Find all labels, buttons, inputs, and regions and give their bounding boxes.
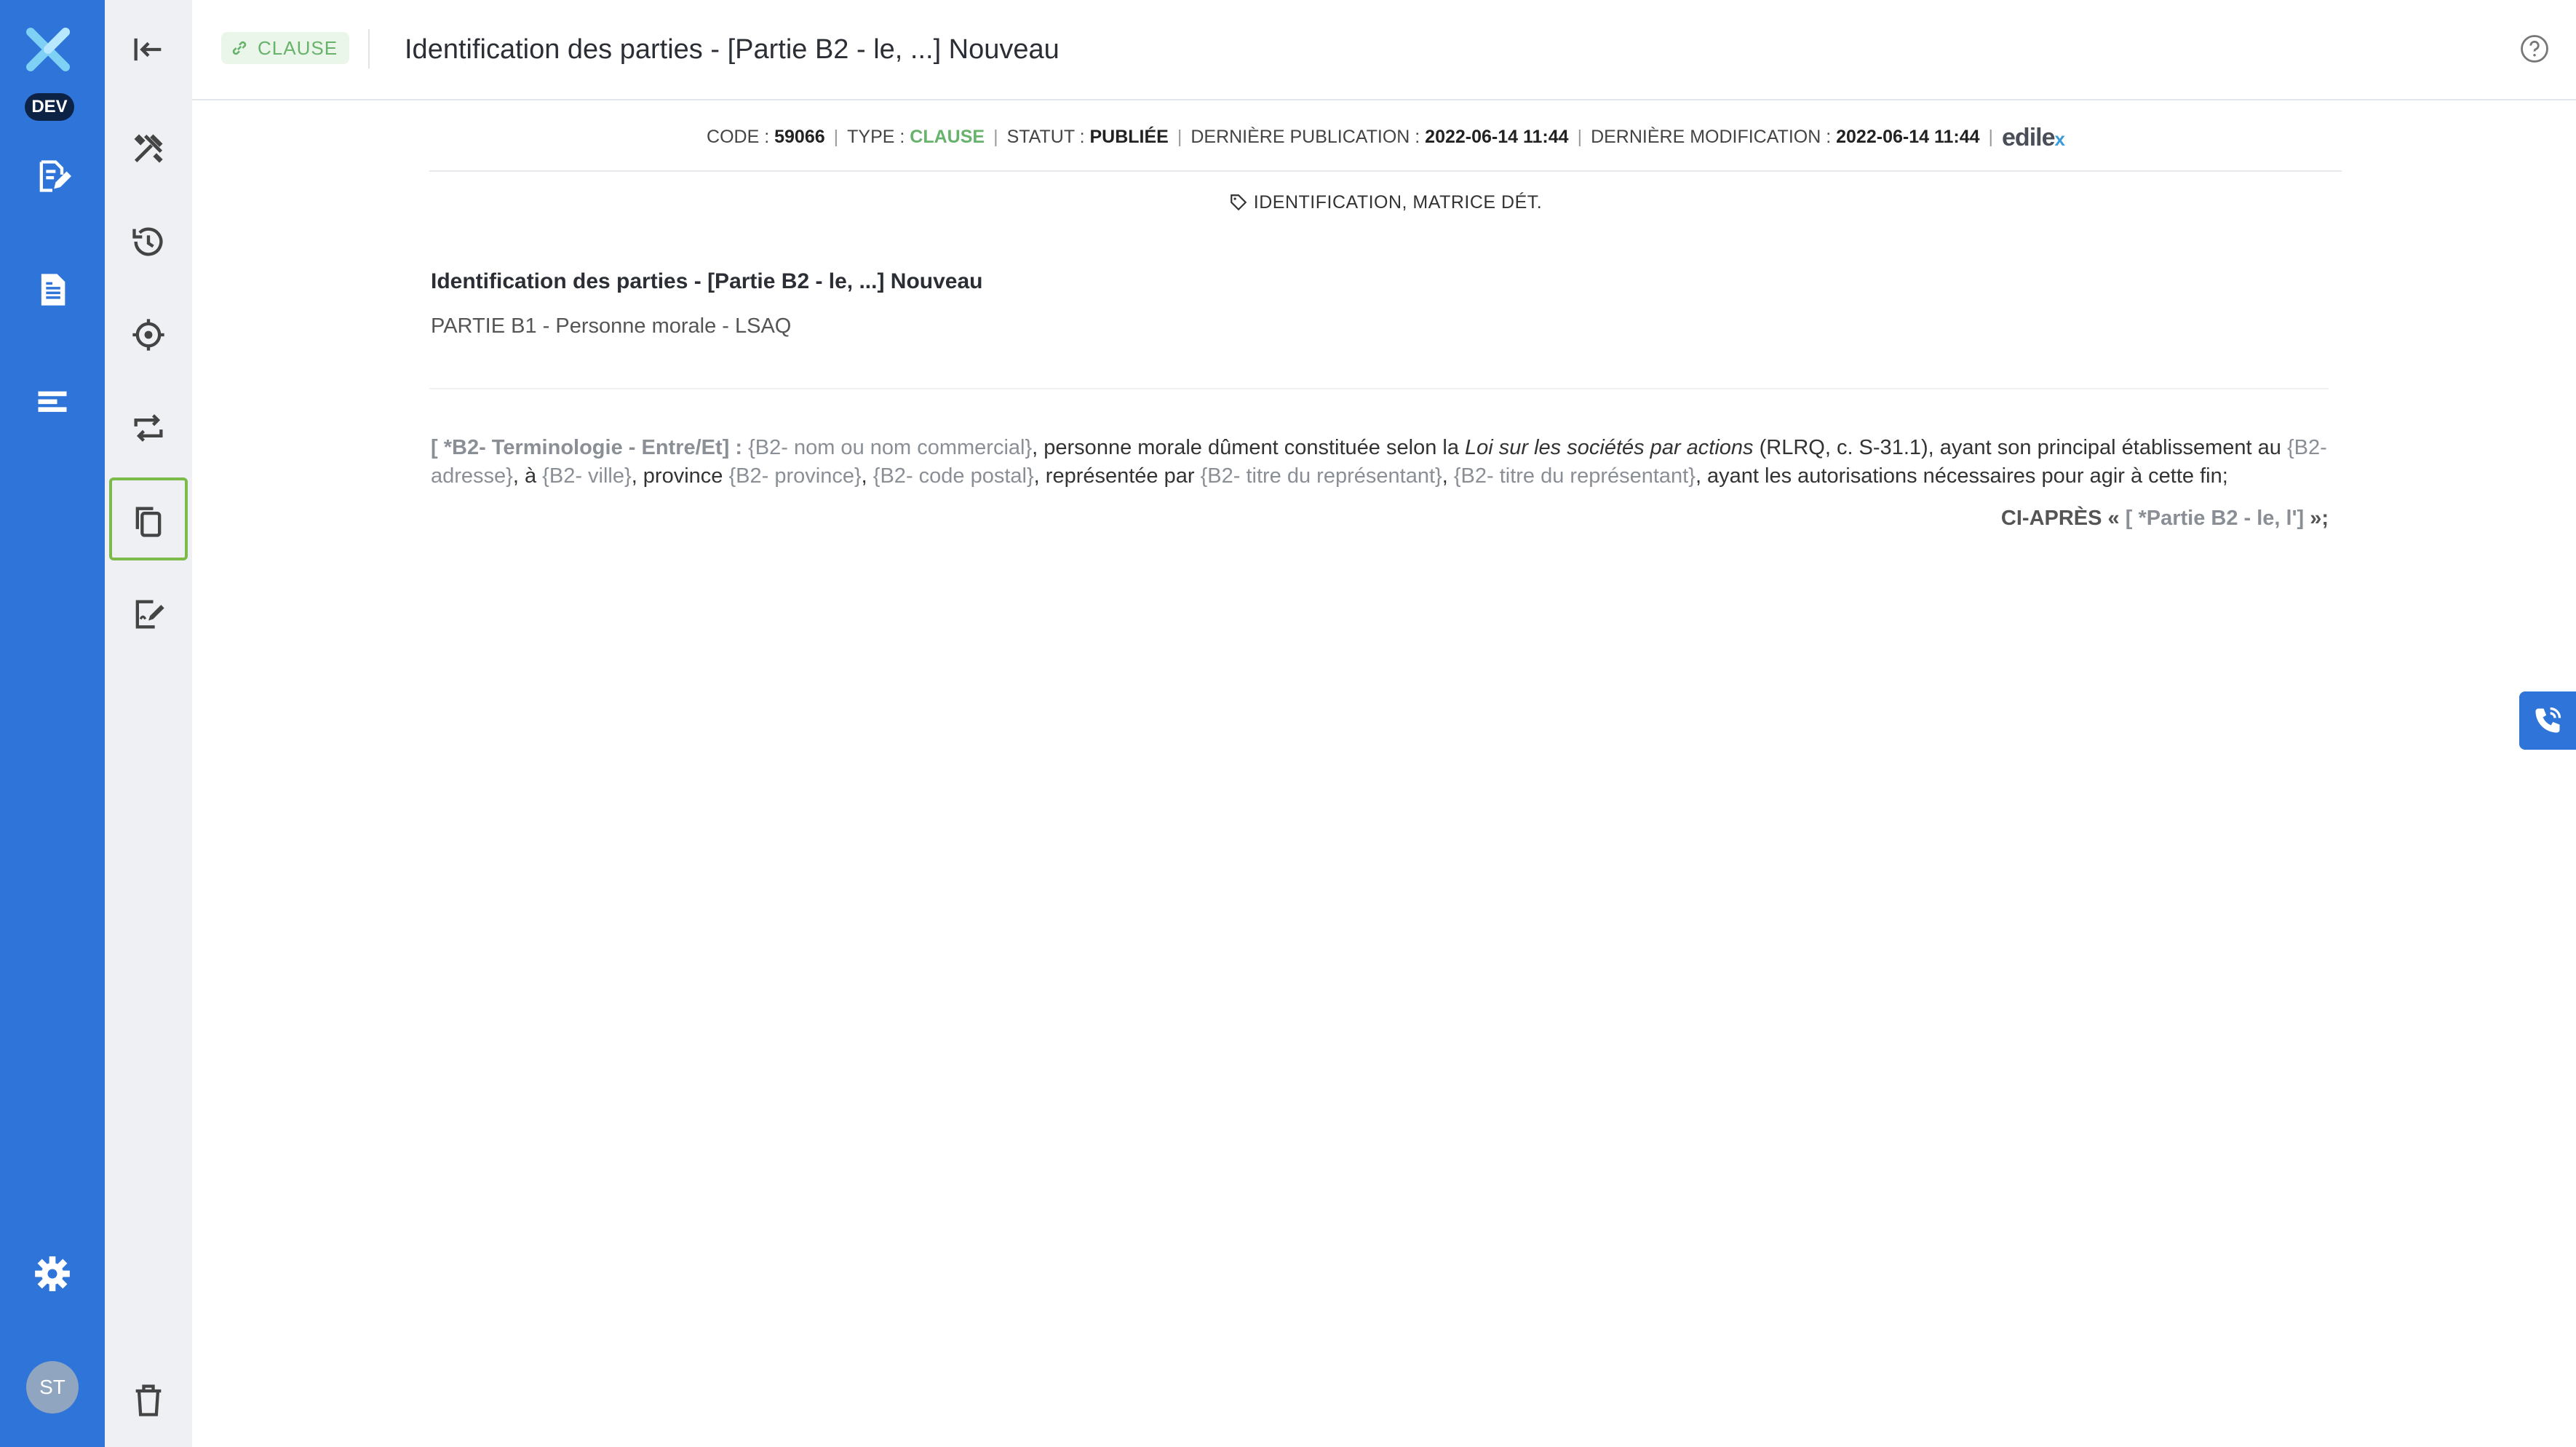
modified-value: 2022-06-14 11:44 xyxy=(1836,127,1980,147)
help-icon[interactable] xyxy=(2519,33,2550,64)
party-variable[interactable]: [ *Partie B2 - le, l'] xyxy=(2126,507,2304,530)
meta-divider xyxy=(429,170,2342,172)
page-header: CLAUSE Identification des parties - [Par… xyxy=(192,0,2576,100)
history-icon xyxy=(132,227,163,256)
tag-icon xyxy=(1230,194,1247,211)
published-label: DERNIÈRE PUBLICATION : xyxy=(1190,127,1426,147)
type-label: TYPE : xyxy=(847,127,910,147)
modified-label: DERNIÈRE MODIFICATION : xyxy=(1591,127,1837,147)
link-icon xyxy=(232,41,247,55)
code-label: CODE : xyxy=(707,127,775,147)
signature-edit-button[interactable] xyxy=(130,595,167,633)
tools-button[interactable] xyxy=(130,130,167,167)
variable-representative-title-2[interactable]: {B2- titre du représentant} xyxy=(1454,464,1696,488)
variable-postal-code[interactable]: {B2- code postal} xyxy=(873,464,1034,488)
type-badge: CLAUSE xyxy=(221,32,350,64)
target-icon xyxy=(132,319,164,351)
signature-edit-icon xyxy=(135,600,164,629)
content-title: Identification des parties - [Partie B2 … xyxy=(431,269,983,293)
app-logo-icon[interactable] xyxy=(25,26,71,73)
edilex-logo[interactable]: edilex xyxy=(2002,124,2066,151)
collapse-panel-button[interactable] xyxy=(130,31,167,68)
hereinafter-line: CI-APRÈS « [ *Partie B2 - le, l'] »; xyxy=(2000,507,2329,530)
terminology-variable[interactable]: [ *B2- Terminologie - Entre/Et] : xyxy=(431,436,748,459)
contact-phone-button[interactable] xyxy=(2519,691,2576,750)
copy-icon xyxy=(135,507,162,537)
history-button[interactable] xyxy=(130,223,167,261)
variable-representative-title[interactable]: {B2- titre du représentant} xyxy=(1201,464,1442,488)
variable-province[interactable]: {B2- province} xyxy=(728,464,861,488)
edilex-logo-text: edile xyxy=(2002,124,2055,151)
code-value: 59066 xyxy=(774,127,825,147)
trash-icon xyxy=(135,1384,162,1416)
user-avatar[interactable]: ST xyxy=(26,1361,79,1414)
law-name: Loi sur les sociétés par actions xyxy=(1465,436,1754,459)
tools-icon xyxy=(134,134,163,163)
content-subtitle: PARTIE B1 - Personne morale - LSAQ xyxy=(431,314,792,338)
target-button[interactable] xyxy=(130,316,167,354)
clause-paragraph: [ *B2- Terminologie - Entre/Et] : {B2- n… xyxy=(431,436,2327,488)
copy-button[interactable] xyxy=(130,502,167,540)
variable-name[interactable]: {B2- nom ou nom commercial} xyxy=(748,436,1032,459)
swap-icon xyxy=(134,414,163,442)
document-meta: CODE : 59066 | TYPE : CLAUSE | STATUT : PUBL… xyxy=(707,124,2066,151)
variable-city[interactable]: {B2- ville} xyxy=(542,464,632,488)
content-divider xyxy=(429,388,2329,389)
status-value: PUBLIÉE xyxy=(1089,127,1169,147)
gear-icon[interactable] xyxy=(33,1255,71,1293)
primary-sidebar: DEV ST xyxy=(0,0,105,1447)
phone-icon xyxy=(2535,707,2561,733)
document-edit-icon[interactable] xyxy=(33,157,71,195)
edilex-logo-mark: x xyxy=(2054,128,2066,150)
tags-text: IDENTIFICATION, MATRICE DÉT. xyxy=(1253,192,1543,213)
page-title: Identification des parties - [Partie B2 … xyxy=(405,34,1060,65)
header-divider xyxy=(368,29,370,68)
type-value: CLAUSE xyxy=(910,127,985,147)
published-value: 2022-06-14 11:44 xyxy=(1425,127,1569,147)
status-label: STATUT : xyxy=(1006,127,1090,147)
collapse-left-icon xyxy=(134,38,162,61)
environment-badge: DEV xyxy=(25,93,74,121)
document-icon[interactable] xyxy=(33,271,71,309)
swap-button[interactable] xyxy=(130,409,167,447)
tool-panel xyxy=(105,0,192,1447)
type-badge-label: CLAUSE xyxy=(258,37,338,59)
delete-button[interactable] xyxy=(130,1381,167,1419)
align-left-icon[interactable] xyxy=(33,384,71,422)
tag-list: IDENTIFICATION, MATRICE DÉT. xyxy=(429,192,2342,213)
